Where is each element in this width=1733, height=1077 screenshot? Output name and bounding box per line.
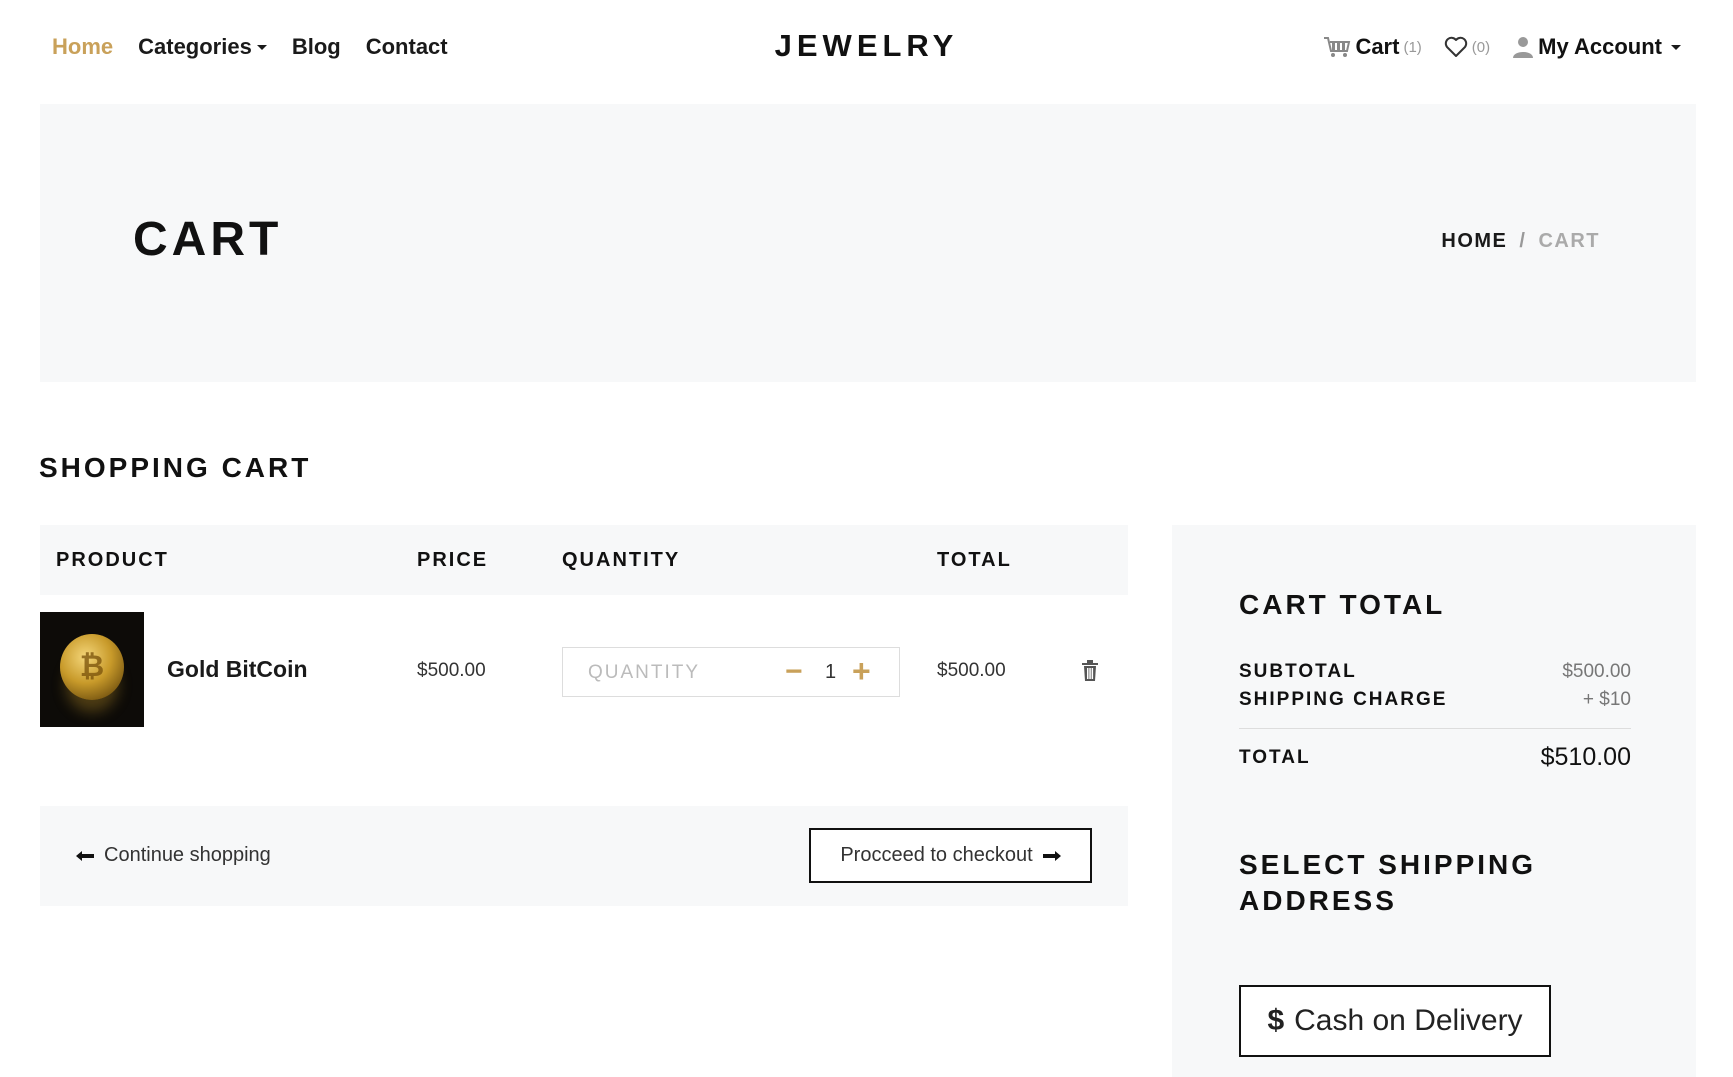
shipping-charge-label: SHIPPING CHARGE (1239, 689, 1448, 710)
product-name[interactable]: Gold BitCoin (167, 656, 308, 683)
breadcrumb-current: CART (1538, 230, 1600, 252)
breadcrumb-home[interactable]: HOME (1441, 230, 1507, 253)
arrow-left-icon (76, 850, 94, 861)
dollar-icon: $ (1267, 1004, 1285, 1037)
continue-shopping-label: Continue shopping (104, 844, 271, 866)
cash-on-delivery-button[interactable]: $ Cash on Delivery (1239, 985, 1551, 1057)
shopping-cart-heading: SHOPPING CART (39, 452, 312, 483)
product-thumbnail[interactable]: ₿ (40, 612, 144, 727)
cart-count: (1) (1403, 38, 1422, 56)
user-icon (1513, 37, 1534, 58)
shipping-charge-value: + $10 (1582, 689, 1631, 710)
arrow-right-icon (1042, 850, 1061, 861)
chevron-down-icon (1671, 44, 1681, 50)
cart-total-heading: CART TOTAL (1239, 589, 1446, 620)
increase-quantity-button[interactable]: + (852, 654, 871, 688)
quantity-stepper: QUANTITY − 1 + (562, 647, 900, 697)
account-label: My Account (1538, 34, 1662, 59)
line-total: $500.00 (937, 660, 1006, 681)
cart-actions-bar: Continue shopping Procceed to checkout (40, 806, 1128, 906)
cart-label: Cart (1355, 34, 1400, 59)
breadcrumb: HOME / CART (1441, 230, 1600, 253)
column-total: TOTAL (937, 549, 1012, 571)
header-actions: Cart (1) (0) My Account (1323, 34, 1681, 60)
quantity-value[interactable]: 1 (825, 661, 836, 684)
decrease-quantity-button[interactable]: − (785, 656, 803, 688)
wishlist-link[interactable]: (0) (1444, 36, 1490, 58)
column-quantity: QUANTITY (562, 549, 681, 571)
column-price: PRICE (417, 549, 489, 571)
bitcoin-symbol-icon: ₿ (79, 650, 105, 683)
cart-summary-panel: CART TOTAL SUBTOTAL $500.00 SHIPPING CHA… (1172, 525, 1696, 1077)
wishlist-count: (0) (1471, 38, 1491, 56)
summary-divider (1239, 728, 1631, 729)
checkout-button[interactable]: Procceed to checkout (809, 828, 1092, 883)
heart-icon (1444, 36, 1467, 57)
cart-icon (1324, 37, 1351, 57)
trash-icon[interactable] (1080, 660, 1100, 682)
total-value: $510.00 (1540, 743, 1631, 771)
cash-on-delivery-label: Cash on Delivery (1294, 1004, 1523, 1037)
breadcrumb-separator: / (1519, 230, 1527, 252)
page-banner: CART HOME / CART (40, 104, 1696, 382)
subtotal-label: SUBTOTAL (1239, 661, 1357, 682)
product-price: $500.00 (417, 660, 486, 681)
quantity-placeholder: QUANTITY (588, 662, 701, 683)
site-header: Home Categories Blog Contact JEWELRY Car… (0, 0, 1733, 96)
page-title: CART (133, 213, 283, 266)
subtotal-value: $500.00 (1562, 661, 1631, 682)
column-product: PRODUCT (56, 549, 169, 571)
total-label: TOTAL (1239, 747, 1311, 768)
shipping-address-heading: SELECT SHIPPING ADDRESS (1239, 849, 1537, 916)
account-menu[interactable]: My Account (1512, 34, 1681, 60)
cart-link[interactable]: Cart (1) (1323, 34, 1422, 60)
cart-item-row: ₿ Gold BitCoin $500.00 QUANTITY − 1 + $5… (40, 612, 1128, 728)
continue-shopping-link[interactable]: Continue shopping (76, 844, 271, 867)
checkout-label: Procceed to checkout (840, 844, 1033, 866)
cart-table-header: PRODUCT PRICE QUANTITY TOTAL (40, 525, 1128, 595)
